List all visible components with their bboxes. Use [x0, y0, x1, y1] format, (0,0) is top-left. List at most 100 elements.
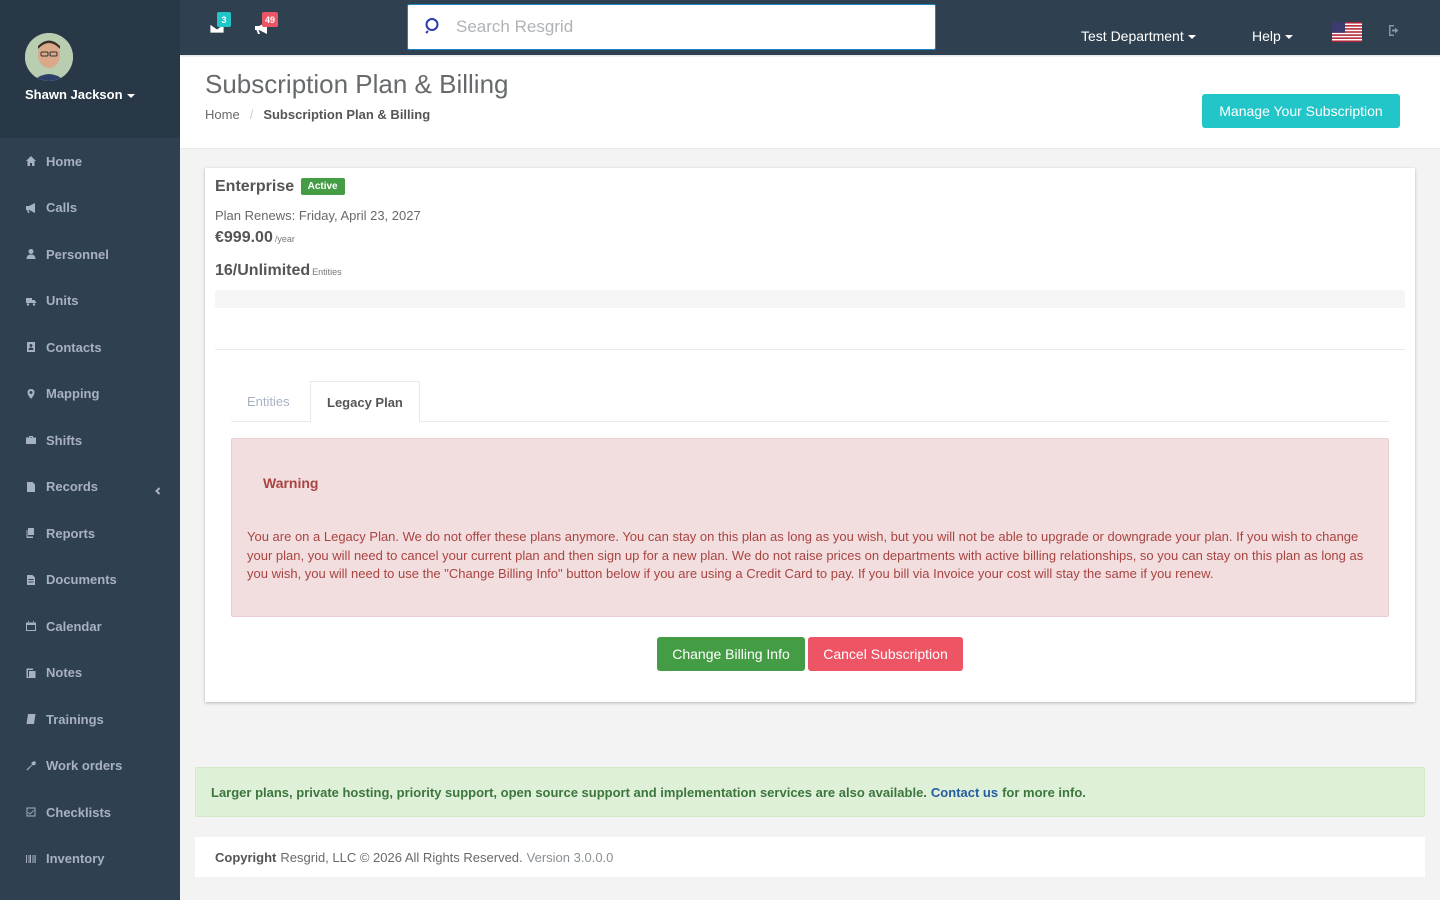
wrench-icon — [24, 759, 38, 773]
sidebar-item-label: Reports — [46, 525, 96, 541]
report-icon — [24, 526, 38, 540]
breadcrumb: Home / Subscription Plan & Billing — [205, 107, 430, 122]
sidebar-item-label: Units — [46, 293, 79, 309]
info-banner: Larger plans, private hosting, priority … — [195, 767, 1425, 817]
info-text: Larger plans, private hosting, priority … — [211, 784, 927, 800]
change-billing-info-button[interactable]: Change Billing Info — [657, 637, 805, 671]
sidebar-item-label: Trainings — [46, 711, 104, 727]
plan-entities: 16/Unlimited Entities — [215, 262, 342, 280]
address-book-icon — [24, 340, 38, 354]
messages-button[interactable]: 3 — [209, 12, 231, 38]
plan-renewal-date: Plan Renews: Friday, April 23, 2027 — [215, 208, 421, 223]
sidebar-item-documents[interactable]: Documents — [0, 557, 180, 604]
department-dropdown[interactable]: Test Department — [1081, 28, 1196, 44]
search-input[interactable] — [456, 17, 896, 37]
sidebar-item-calendar[interactable]: Calendar — [0, 603, 180, 650]
sidebar-item-work-orders[interactable]: Work orders — [0, 743, 180, 790]
plan-price-period: /year — [274, 234, 295, 244]
subscription-panel: Enterprise Active Plan Renews: Friday, A… — [205, 168, 1415, 702]
sidebar-item-label: Personnel — [46, 246, 109, 262]
map-marker-icon — [24, 387, 38, 401]
calendar-icon — [24, 619, 38, 633]
sidebar-item-label: Calls — [46, 200, 78, 216]
search-box — [407, 4, 936, 50]
breadcrumb-separator: / — [249, 107, 254, 122]
sidebar-item-trainings[interactable]: Trainings — [0, 696, 180, 743]
sidebar-item-mapping[interactable]: Mapping — [0, 371, 180, 418]
briefcase-icon — [24, 433, 38, 447]
warning-title: Warning — [263, 475, 319, 491]
sidebar-item-label: Records — [46, 479, 99, 495]
search-icon — [424, 17, 444, 37]
sidebar-item-label: Mapping — [46, 386, 100, 402]
contact-us-link[interactable]: Contact us — [931, 785, 998, 800]
sidebar-item-label: Contacts — [46, 339, 102, 355]
truck-icon — [24, 294, 38, 308]
bullhorn-icon — [24, 201, 38, 215]
tab-legacy-plan[interactable]: Legacy Plan — [310, 381, 420, 423]
sidebar-item-personnel[interactable]: Personnel — [0, 231, 180, 278]
caret-down-icon — [1187, 35, 1196, 40]
tab-entities[interactable]: Entities — [231, 381, 306, 422]
sidebar-item-label: Calendar — [46, 618, 102, 634]
sidebar-item-contacts[interactable]: Contacts — [0, 324, 180, 371]
user-menu-toggle[interactable]: Shawn Jackson — [25, 87, 135, 102]
sidebar: Shawn Jackson Home Calls Personnel Units… — [0, 0, 180, 900]
profile-section: Shawn Jackson — [0, 0, 180, 138]
sidebar-item-inventory[interactable]: Inventory — [0, 836, 180, 883]
home-icon — [24, 154, 38, 168]
caret-down-icon — [1284, 35, 1293, 40]
caret-down-icon — [126, 93, 135, 98]
user-icon — [24, 247, 38, 261]
sidebar-item-shifts[interactable]: Shifts — [0, 417, 180, 464]
book-icon — [24, 712, 38, 726]
notes-icon — [24, 666, 38, 680]
sign-out-icon — [1388, 25, 1401, 40]
sidebar-item-records[interactable]: Records — [0, 464, 180, 511]
chevron-left-icon — [154, 483, 162, 495]
entities-progress-bar — [215, 290, 1405, 308]
manage-subscription-button[interactable]: Manage Your Subscription — [1202, 94, 1400, 128]
sidebar-item-label: Work orders — [46, 758, 123, 774]
plan-name: Enterprise — [215, 178, 295, 195]
status-badge: Active — [300, 178, 345, 195]
department-label: Test Department — [1081, 28, 1184, 44]
plan-entities-value: 16/Unlimited — [215, 262, 311, 279]
copyright-text: Resgrid, LLC © 2026 All Rights Reserved. — [280, 849, 523, 865]
page-title: Subscription Plan & Billing — [205, 69, 509, 99]
sidebar-item-checklists[interactable]: Checklists — [0, 789, 180, 836]
sidebar-item-notes[interactable]: Notes — [0, 650, 180, 697]
file-icon — [24, 480, 38, 494]
barcode-icon — [24, 852, 38, 866]
breadcrumb-current: Subscription Plan & Billing — [263, 107, 431, 122]
sidebar-item-label: Checklists — [46, 804, 112, 820]
logout-button[interactable] — [1388, 24, 1402, 38]
checklist-icon — [24, 805, 38, 819]
sidebar-item-home[interactable]: Home — [0, 138, 180, 185]
us-flag-icon[interactable] — [1332, 22, 1362, 42]
breadcrumb-home-link[interactable]: Home — [205, 107, 240, 122]
sidebar-item-label: Notes — [46, 665, 83, 681]
sidebar-nav: Home Calls Personnel Units Contacts Mapp… — [0, 138, 180, 882]
calls-button[interactable]: 49 — [254, 12, 279, 38]
page-header: Subscription Plan & Billing Home / Subscri… — [180, 57, 1440, 149]
sidebar-item-label: Home — [46, 153, 83, 169]
sidebar-item-label: Inventory — [46, 851, 105, 867]
copyright-label: Copyright — [215, 849, 277, 865]
avatar[interactable] — [25, 33, 73, 81]
help-dropdown[interactable]: Help — [1252, 28, 1293, 44]
plan-entities-label: Entities — [312, 267, 342, 277]
sidebar-item-calls[interactable]: Calls — [0, 185, 180, 232]
help-label: Help — [1252, 28, 1281, 44]
sidebar-item-reports[interactable]: Reports — [0, 510, 180, 557]
cancel-subscription-button[interactable]: Cancel Subscription — [808, 637, 963, 671]
warning-text: You are on a Legacy Plan. We do not offe… — [247, 529, 1364, 582]
plan-price: €999.00/year — [215, 229, 295, 247]
version-text: Version 3.0.0.0 — [526, 849, 614, 865]
messages-count-badge: 3 — [217, 12, 231, 27]
top-navbar: 3 49 Test Department Help — [180, 0, 1440, 56]
plan-tabs: Entities Legacy Plan — [231, 381, 1389, 423]
sidebar-item-label: Documents — [46, 572, 117, 588]
footer: Copyright Resgrid, LLC © 2026 All Rights… — [195, 837, 1425, 877]
sidebar-item-units[interactable]: Units — [0, 278, 180, 325]
